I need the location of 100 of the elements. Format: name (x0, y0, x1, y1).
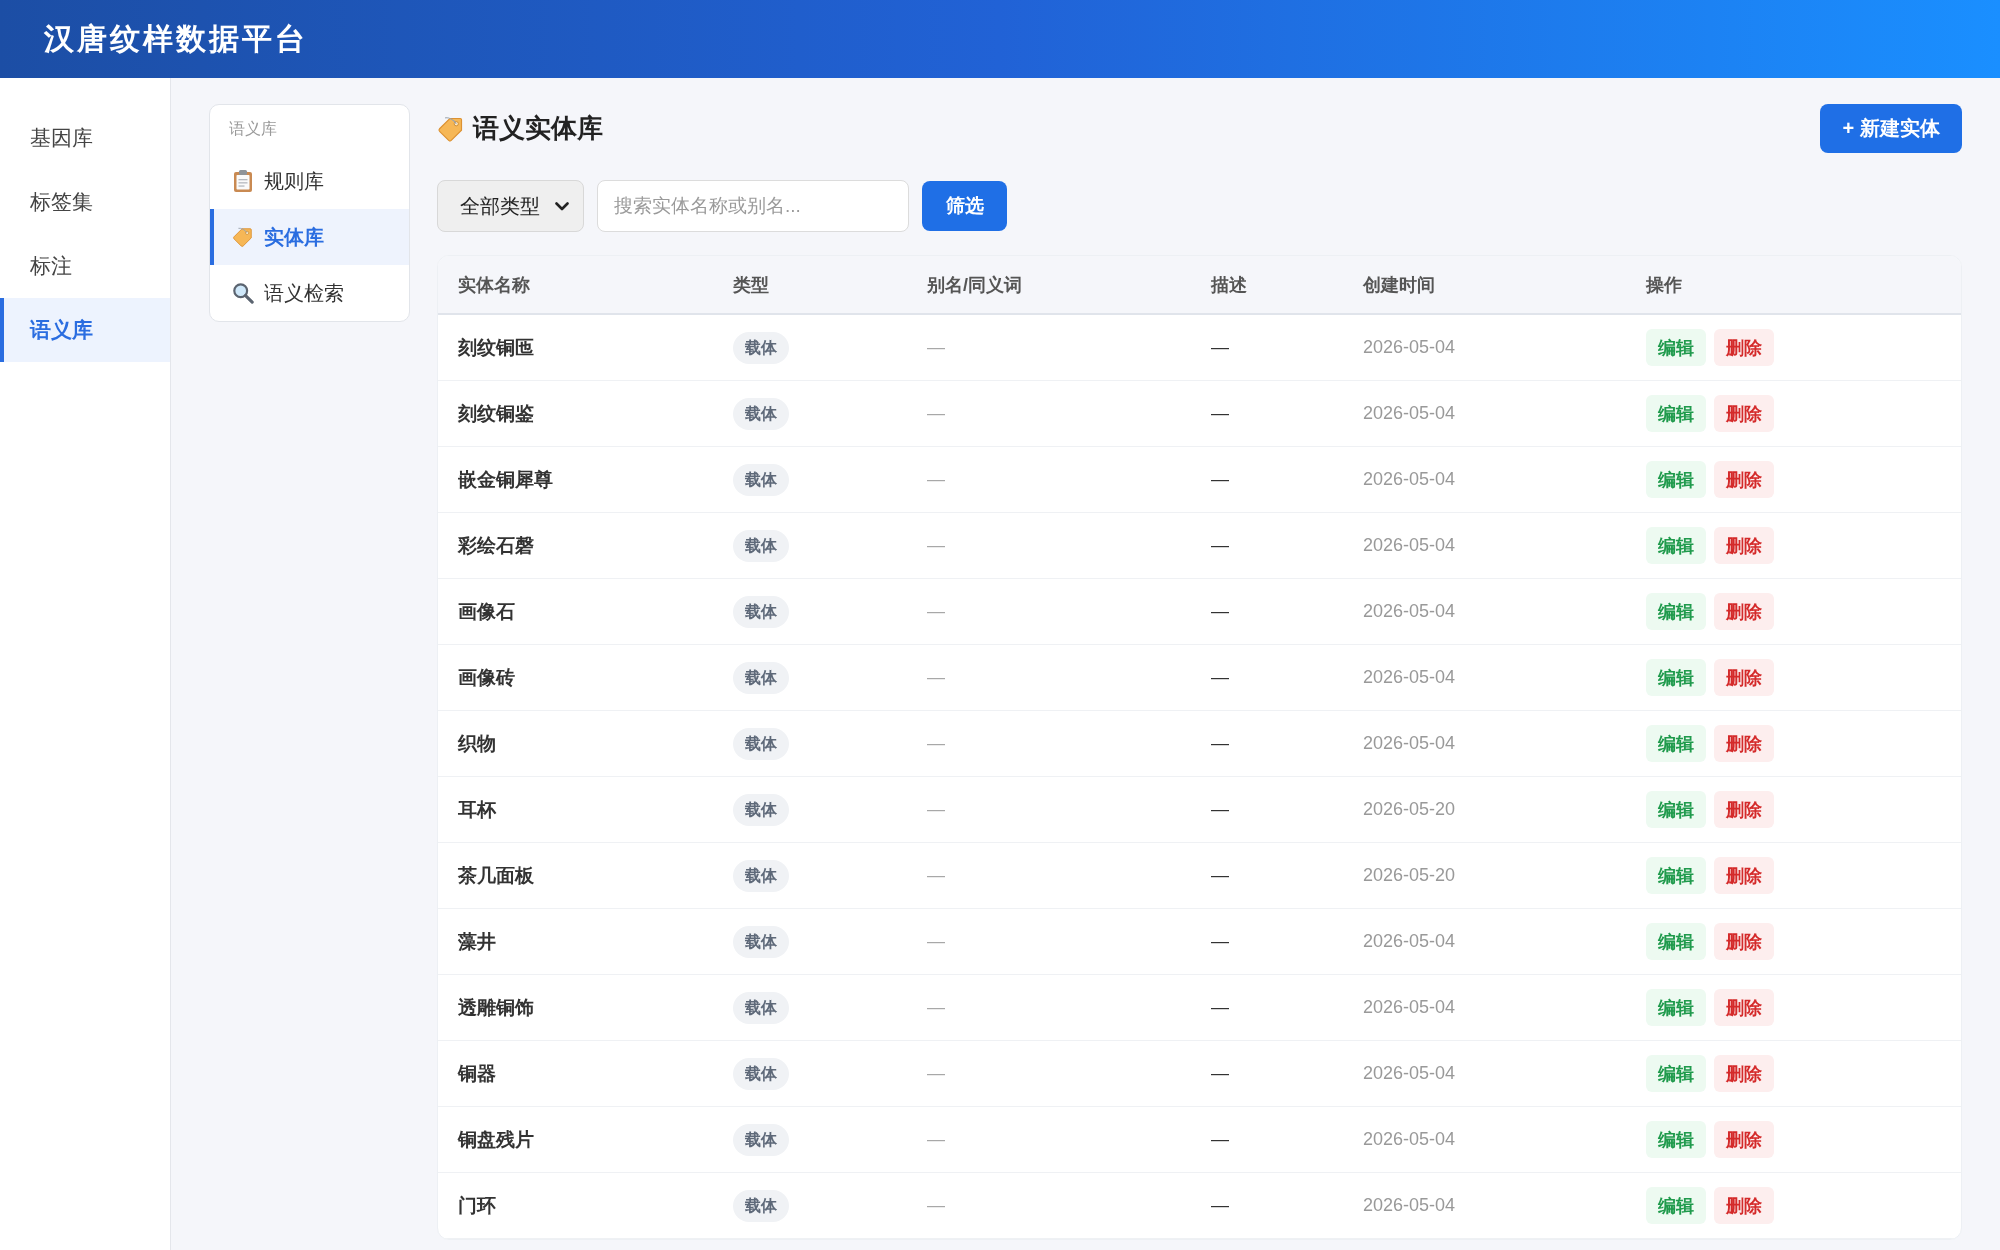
search-icon (232, 282, 254, 304)
entity-name: 门环 (458, 1194, 496, 1216)
entity-name: 彩绘石磬 (458, 534, 534, 556)
table-cell: 2026-05-04 (1363, 403, 1456, 423)
table-cell: — (927, 337, 945, 357)
table-cell: 2026-05-04 (1363, 535, 1456, 555)
table-cell: — (1211, 337, 1229, 357)
delete-button[interactable]: 删除 (1714, 461, 1774, 498)
edit-button[interactable]: 编辑 (1646, 725, 1706, 762)
delete-button[interactable]: 删除 (1714, 989, 1774, 1026)
subnav-item[interactable]: 语义检索 (210, 265, 409, 321)
type-badge: 载体 (733, 1057, 789, 1090)
sidebar-item[interactable]: 标注 (0, 234, 170, 298)
subnav-item[interactable]: 实体库 (210, 209, 409, 265)
entity-name: 铜盘残片 (458, 1128, 534, 1150)
delete-button[interactable]: 删除 (1714, 395, 1774, 432)
edit-button[interactable]: 编辑 (1646, 527, 1706, 564)
table-cell: 2026-05-20 (1363, 799, 1456, 819)
type-badge: 载体 (733, 925, 789, 958)
subnav-item[interactable]: 规则库 (210, 153, 409, 209)
edit-button[interactable]: 编辑 (1646, 1055, 1706, 1092)
edit-button[interactable]: 编辑 (1646, 329, 1706, 366)
type-badge: 载体 (733, 793, 789, 826)
delete-button[interactable]: 删除 (1714, 923, 1774, 960)
delete-button[interactable]: 删除 (1714, 329, 1774, 366)
delete-button[interactable]: 删除 (1714, 1121, 1774, 1158)
delete-button[interactable]: 删除 (1714, 725, 1774, 762)
entity-name: 耳杯 (458, 798, 496, 820)
type-badge: 载体 (733, 727, 789, 760)
table-cell: — (1211, 865, 1229, 885)
edit-button[interactable]: 编辑 (1646, 989, 1706, 1026)
table-cell: 2026-05-04 (1363, 1063, 1456, 1083)
filter-button[interactable]: 筛选 (922, 181, 1007, 231)
edit-button[interactable]: 编辑 (1646, 791, 1706, 828)
table-cell: — (1211, 601, 1229, 621)
tag-icon (232, 226, 254, 248)
type-badge: 载体 (733, 859, 789, 892)
delete-button[interactable]: 删除 (1714, 857, 1774, 894)
edit-button[interactable]: 编辑 (1646, 1121, 1706, 1158)
table-cell: 2026-05-04 (1363, 337, 1456, 357)
entity-name: 藻井 (458, 930, 496, 952)
table-cell: — (1211, 1063, 1229, 1083)
delete-button[interactable]: 删除 (1714, 1187, 1774, 1224)
chevron-down-icon (555, 201, 569, 211)
tag-icon (437, 114, 465, 143)
edit-button[interactable]: 编辑 (1646, 461, 1706, 498)
type-badge: 载体 (733, 397, 789, 430)
table-cell: — (1211, 931, 1229, 951)
entity-name: 刻纹铜匜 (458, 336, 534, 358)
edit-button[interactable]: 编辑 (1646, 659, 1706, 696)
subnav-heading: 语义库 (228, 119, 278, 139)
clipboard-icon (232, 170, 254, 192)
delete-button[interactable]: 删除 (1714, 791, 1774, 828)
entity-name: 刻纹铜鉴 (458, 402, 534, 424)
type-badge: 载体 (733, 463, 789, 496)
table-cell: 2026-05-20 (1363, 865, 1456, 885)
type-badge: 载体 (733, 595, 789, 628)
column-header: 实体名称 (458, 274, 530, 295)
table-cell: — (927, 469, 945, 489)
table-cell: — (927, 733, 945, 753)
entity-name: 铜器 (458, 1062, 496, 1084)
search-field[interactable]: 搜索实体名称或别名... (597, 180, 909, 232)
table-cell: 2026-05-04 (1363, 1195, 1456, 1215)
column-header: 类型 (733, 274, 769, 295)
edit-button[interactable]: 编辑 (1646, 593, 1706, 630)
edit-button[interactable]: 编辑 (1646, 395, 1706, 432)
delete-button[interactable]: 删除 (1714, 527, 1774, 564)
table-cell: — (1211, 799, 1229, 819)
type-badge: 载体 (733, 991, 789, 1024)
type-select[interactable]: 全部类型 (437, 180, 584, 232)
table-cell: — (927, 865, 945, 885)
type-badge: 载体 (733, 1189, 789, 1222)
edit-button[interactable]: 编辑 (1646, 857, 1706, 894)
entity-name: 茶几面板 (458, 864, 534, 886)
type-badge: 载体 (733, 1123, 789, 1156)
table-cell: — (927, 601, 945, 621)
entity-name: 画像石 (458, 600, 515, 622)
table-cell: — (927, 1129, 945, 1149)
entity-name: 嵌金铜犀尊 (458, 468, 553, 490)
column-header: 别名/同义词 (927, 274, 1022, 295)
delete-button[interactable]: 删除 (1714, 593, 1774, 630)
sidebar-item[interactable]: 基因库 (0, 106, 170, 170)
app-title: 汉唐纹样数据平台 (44, 21, 308, 57)
table-cell: — (927, 535, 945, 555)
delete-button[interactable]: 删除 (1714, 1055, 1774, 1092)
table-cell: — (1211, 535, 1229, 555)
edit-button[interactable]: 编辑 (1646, 1187, 1706, 1224)
sidebar-item[interactable]: 语义库 (0, 298, 170, 362)
column-header: 创建时间 (1363, 274, 1435, 295)
table-cell: — (927, 997, 945, 1017)
type-badge: 载体 (733, 529, 789, 562)
table-cell: — (927, 1195, 945, 1215)
table-cell: — (927, 931, 945, 951)
delete-button[interactable]: 删除 (1714, 659, 1774, 696)
edit-button[interactable]: 编辑 (1646, 923, 1706, 960)
table-cell: — (927, 799, 945, 819)
table-cell: 2026-05-04 (1363, 931, 1456, 951)
new-entity-button[interactable]: + 新建实体 (1820, 104, 1962, 153)
sidebar-item[interactable]: 标签集 (0, 170, 170, 234)
entity-name: 织物 (458, 732, 496, 754)
